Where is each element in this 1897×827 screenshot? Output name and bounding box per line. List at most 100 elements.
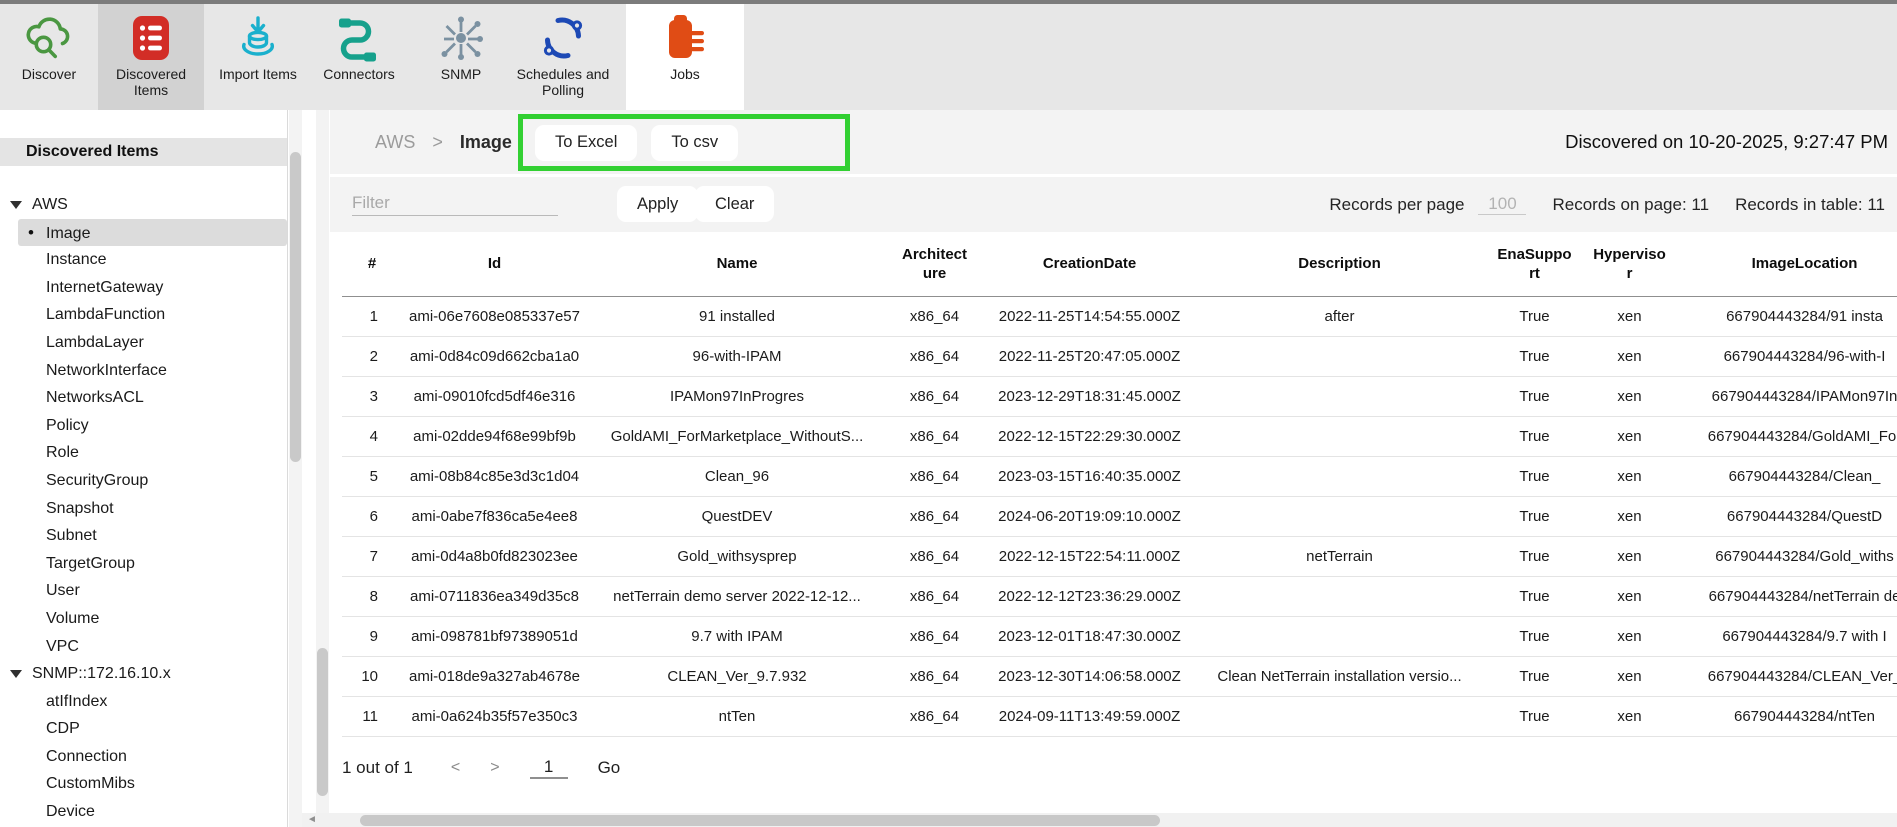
toolbar-item-import-items[interactable]: Import Items bbox=[210, 4, 306, 110]
main-vertical-scrollbar[interactable] bbox=[316, 110, 329, 827]
sidebar-scrollbar[interactable] bbox=[289, 110, 302, 827]
tree-item-lambdafunction[interactable]: LambdaFunction bbox=[0, 301, 287, 329]
import-items-icon bbox=[231, 11, 285, 65]
cell-id: ami-0711836ea349d35c8 bbox=[402, 576, 587, 616]
column-header-hypervisor[interactable]: Hypervisor bbox=[1587, 232, 1672, 296]
tree-item-role[interactable]: Role bbox=[0, 439, 287, 467]
discovered-on-timestamp: Discovered on 10-20-2025, 9:27:47 PM bbox=[1565, 110, 1888, 174]
column-header-num[interactable]: # bbox=[342, 232, 402, 296]
table-row[interactable]: 1ami-06e7608e085337e5791 installedx86_64… bbox=[342, 296, 1897, 336]
tree-item-subnet[interactable]: Subnet bbox=[0, 522, 287, 550]
cell-id: ami-018de9a327ab4678e bbox=[402, 656, 587, 696]
cell-id: ami-098781bf97389051d bbox=[402, 616, 587, 656]
toolbar-item-schedules-and-polling[interactable]: Schedules and Polling bbox=[508, 4, 618, 110]
tree-item-vpc[interactable]: VPC bbox=[0, 633, 287, 661]
tree-group-aws[interactable]: AWS bbox=[0, 191, 287, 219]
cell-hypervisor: xen bbox=[1587, 416, 1672, 456]
horizontal-scrollbar-left-arrow-icon[interactable]: ◄ bbox=[307, 814, 317, 826]
cell-imagelocation: 667904443284/9.7 with I bbox=[1672, 616, 1897, 656]
cell-description: Clean NetTerrain installation versio... bbox=[1197, 656, 1482, 696]
tree-group-snmp-172-16-10-x[interactable]: SNMP::172.16.10.x bbox=[0, 660, 287, 688]
column-header-architecture[interactable]: Architecture bbox=[887, 232, 982, 296]
next-page-button[interactable]: > bbox=[490, 759, 499, 777]
tree-item-networksacl[interactable]: NetworksACL bbox=[0, 384, 287, 412]
table-row[interactable]: 4ami-02dde94f68e99bf9bGoldAMI_ForMarketp… bbox=[342, 416, 1897, 456]
tree-item-user[interactable]: User bbox=[0, 577, 287, 605]
cell-name: CLEAN_Ver_9.7.932 bbox=[587, 656, 887, 696]
main-vertical-scrollbar-thumb[interactable] bbox=[317, 648, 328, 796]
tree-item-instance[interactable]: Instance bbox=[0, 246, 287, 274]
cell-num: 8 bbox=[342, 576, 402, 616]
tree-item-securitygroup[interactable]: SecurityGroup bbox=[0, 467, 287, 495]
cell-creationdate: 2024-09-11T13:49:59.000Z bbox=[982, 696, 1197, 736]
top-toolbar: Discover Discovered Items Import Items bbox=[0, 0, 1897, 110]
expand-collapse-triangle-icon[interactable] bbox=[10, 670, 22, 678]
tree-item-policy[interactable]: Policy bbox=[0, 412, 287, 440]
horizontal-scrollbar-thumb[interactable] bbox=[360, 815, 1160, 826]
apply-button[interactable]: Apply bbox=[617, 186, 698, 222]
tree-item-image[interactable]: •Image bbox=[18, 219, 287, 247]
cell-description bbox=[1197, 616, 1482, 656]
tree-item-lambdalayer[interactable]: LambdaLayer bbox=[0, 329, 287, 357]
cell-creationdate: 2022-12-15T22:54:11.000Z bbox=[982, 536, 1197, 576]
tree-item-internetgateway[interactable]: InternetGateway bbox=[0, 274, 287, 302]
toolbar-item-discovered-items[interactable]: Discovered Items bbox=[98, 4, 204, 110]
tree-item-cdp[interactable]: CDP bbox=[0, 715, 287, 743]
cell-architecture: x86_64 bbox=[887, 536, 982, 576]
tree-item-custommibs[interactable]: CustomMibs bbox=[0, 770, 287, 798]
table-row[interactable]: 11ami-0a624b35f57e350c3ntTenx86_642024-0… bbox=[342, 696, 1897, 736]
tree-item-snapshot[interactable]: Snapshot bbox=[0, 495, 287, 523]
cell-description bbox=[1197, 376, 1482, 416]
cell-name: Gold_withsysprep bbox=[587, 536, 887, 576]
filter-input[interactable] bbox=[352, 190, 558, 216]
table-row[interactable]: 6ami-0abe7f836ca5e4ee8QuestDEVx86_642024… bbox=[342, 496, 1897, 536]
tree-item-connection[interactable]: Connection bbox=[0, 743, 287, 771]
column-header-name[interactable]: Name bbox=[587, 232, 887, 296]
tree-item-networkinterface[interactable]: NetworkInterface bbox=[0, 357, 287, 385]
column-header-id[interactable]: Id bbox=[402, 232, 587, 296]
records-per-page-input[interactable] bbox=[1478, 194, 1526, 215]
clear-button[interactable]: Clear bbox=[695, 186, 774, 222]
column-header-enasupport[interactable]: EnaSupport bbox=[1482, 232, 1587, 296]
to-csv-button[interactable]: To csv bbox=[651, 125, 738, 161]
page-number-input[interactable] bbox=[530, 757, 568, 779]
previous-page-button[interactable]: < bbox=[451, 759, 460, 777]
tree-item-label: Role bbox=[46, 444, 79, 461]
expand-collapse-triangle-icon[interactable] bbox=[10, 201, 22, 209]
toolbar-item-snmp[interactable]: SNMP bbox=[416, 4, 506, 110]
table-row[interactable]: 3ami-09010fcd5df46e316IPAMon97InProgresx… bbox=[342, 376, 1897, 416]
table-row[interactable]: 2ami-0d84c09d662cba1a096-with-IPAMx86_64… bbox=[342, 336, 1897, 376]
discovered-items-sidebar: Discovered Items AWS•ImageInstanceIntern… bbox=[0, 110, 288, 827]
toolbar-item-connectors[interactable]: Connectors bbox=[310, 4, 408, 110]
table-header-row: #IdNameArchitectureCreationDateDescripti… bbox=[342, 232, 1897, 296]
toolbar-item-jobs[interactable]: Jobs bbox=[630, 4, 740, 110]
breadcrumb-aws[interactable]: AWS bbox=[375, 132, 415, 152]
cell-id: ami-0d4a8b0fd823023ee bbox=[402, 536, 587, 576]
table-row[interactable]: 9ami-098781bf97389051d9.7 with IPAMx86_6… bbox=[342, 616, 1897, 656]
cell-id: ami-0abe7f836ca5e4ee8 bbox=[402, 496, 587, 536]
go-button[interactable]: Go bbox=[598, 758, 621, 778]
horizontal-scrollbar[interactable]: ◄ bbox=[302, 813, 1897, 827]
table-row[interactable]: 10ami-018de9a327ab4678eCLEAN_Ver_9.7.932… bbox=[342, 656, 1897, 696]
cell-description: netTerrain bbox=[1197, 536, 1482, 576]
sidebar-scrollbar-thumb[interactable] bbox=[290, 152, 301, 462]
table-row[interactable]: 7ami-0d4a8b0fd823023eeGold_withsysprepx8… bbox=[342, 536, 1897, 576]
column-header-description[interactable]: Description bbox=[1197, 232, 1482, 296]
to-excel-button[interactable]: To Excel bbox=[535, 125, 637, 161]
table-row[interactable]: 8ami-0711836ea349d35c8netTerrain demo se… bbox=[342, 576, 1897, 616]
tree-item-label: NetworksACL bbox=[46, 389, 144, 406]
tree-item-atifindex[interactable]: atIfIndex bbox=[0, 688, 287, 716]
discover-cloud-search-icon bbox=[22, 11, 76, 65]
toolbar-item-discover[interactable]: Discover bbox=[6, 4, 92, 110]
tree-item-label: atIfIndex bbox=[46, 693, 107, 710]
table-row[interactable]: 5ami-08b84c85e3d3c1d04Clean_96x86_642023… bbox=[342, 456, 1897, 496]
cell-architecture: x86_64 bbox=[887, 336, 982, 376]
cell-architecture: x86_64 bbox=[887, 296, 982, 336]
tree-item-volume[interactable]: Volume bbox=[0, 605, 287, 633]
tree-item-targetgroup[interactable]: TargetGroup bbox=[0, 550, 287, 578]
toolbar-label-discover: Discover bbox=[6, 66, 92, 82]
column-header-imagelocation[interactable]: ImageLocation bbox=[1672, 232, 1897, 296]
column-header-creationdate[interactable]: CreationDate bbox=[982, 232, 1197, 296]
tree-item-device[interactable]: Device bbox=[0, 798, 287, 826]
cell-enasupport: True bbox=[1482, 296, 1587, 336]
